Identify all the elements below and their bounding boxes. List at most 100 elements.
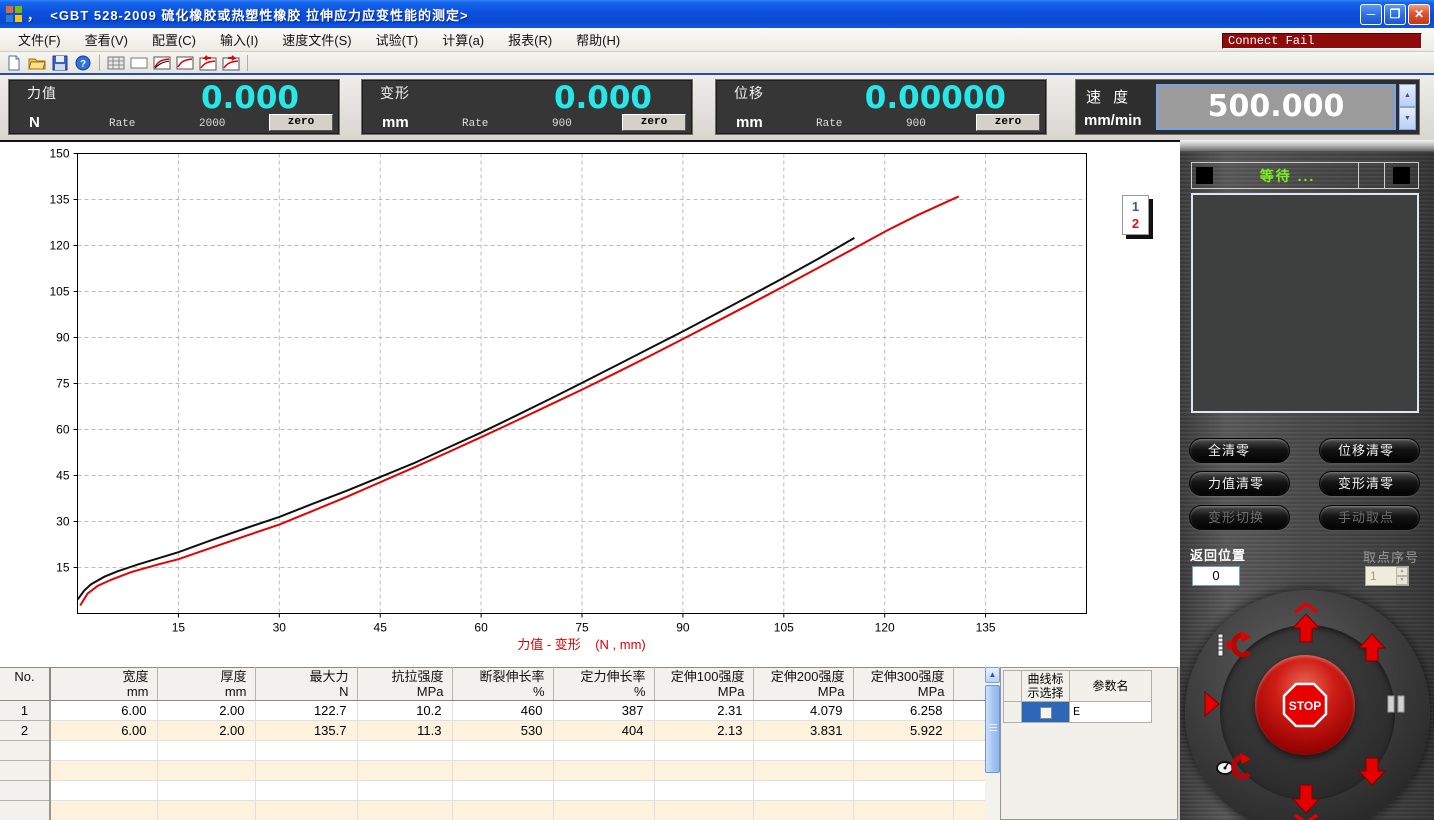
- restore-button[interactable]: ❐: [1384, 4, 1406, 25]
- force-rate-label: Rate: [109, 118, 135, 130]
- save-file-icon[interactable]: [50, 54, 70, 72]
- deform-zero-button[interactable]: zero: [622, 114, 686, 131]
- table-row[interactable]: 26.002.00135.711.35304042.133.8315.922: [0, 721, 985, 741]
- value-cell: [654, 761, 753, 781]
- speed-spin-up-icon[interactable]: ▲: [1399, 84, 1416, 107]
- displacement-zero-button[interactable]: zero: [976, 114, 1040, 131]
- speed-input[interactable]: 500.000: [1156, 84, 1396, 130]
- pause-indicator[interactable]: [1386, 695, 1408, 713]
- curve-export-icon[interactable]: [221, 54, 241, 72]
- param-name-header: 参数名: [1070, 671, 1152, 702]
- value-cell: [255, 801, 357, 820]
- svg-text:135: 135: [976, 621, 996, 635]
- clear-force-button[interactable]: 力值清零: [1189, 471, 1290, 496]
- value-cell: [753, 761, 853, 781]
- deform-meter-value: 0.000: [554, 80, 652, 116]
- jog-run-button[interactable]: [1204, 691, 1220, 717]
- value-cell: [357, 781, 452, 801]
- speed-spin-down-icon[interactable]: ▼: [1399, 107, 1416, 130]
- column-header-8: 定伸200强度MPa: [753, 668, 853, 701]
- stop-button[interactable]: STOP: [1255, 655, 1355, 755]
- curve-row-selector[interactable]: [1004, 702, 1022, 723]
- deform-jog-icon[interactable]: [1216, 631, 1252, 661]
- scrollbar-thumb[interactable]: [985, 685, 1000, 773]
- menu-item-4[interactable]: 速度文件(S): [270, 30, 363, 51]
- value-cell: [50, 761, 157, 781]
- value-cell: 2.31: [654, 701, 753, 721]
- menu-item-0[interactable]: 文件(F): [6, 30, 73, 51]
- blank-report-icon[interactable]: [129, 54, 149, 72]
- svg-text:30: 30: [56, 515, 70, 529]
- menu-item-5[interactable]: 试验(T): [364, 30, 431, 51]
- clear-deform-button[interactable]: 变形清零: [1319, 471, 1420, 496]
- speed-panel: 速 度 mm/min 500.000 ▲ ▼: [1075, 79, 1420, 135]
- open-file-icon[interactable]: [27, 54, 47, 72]
- row-number-cell: [0, 781, 50, 801]
- menu-item-7[interactable]: 报表(R): [496, 30, 564, 51]
- table-row[interactable]: [0, 781, 985, 801]
- data-table-icon[interactable]: [106, 54, 126, 72]
- menu-item-6[interactable]: 计算(a): [430, 30, 496, 51]
- row-number-cell: [0, 741, 50, 761]
- clear-all-button[interactable]: 全清零: [1189, 438, 1290, 463]
- svg-text:?: ?: [80, 59, 86, 70]
- new-file-icon[interactable]: [4, 54, 24, 72]
- deform-rate-label: Rate: [462, 118, 488, 130]
- force-zero-button[interactable]: zero: [269, 114, 333, 131]
- help-icon[interactable]: ?: [73, 54, 93, 72]
- toolbar: ?: [0, 52, 1434, 75]
- deform-switch-button[interactable]: 变形切换: [1189, 505, 1290, 530]
- scroll-up-icon[interactable]: ▲: [985, 667, 1000, 683]
- table-row[interactable]: [0, 761, 985, 781]
- title-bar: ， <GBT 528-2009 硫化橡胶或热塑性橡胶 拉伸应力应变性能的测定> …: [0, 0, 1434, 28]
- up-button[interactable]: [1358, 633, 1386, 663]
- value-cell: [853, 761, 953, 781]
- curve-show-cell[interactable]: [1022, 702, 1070, 723]
- curve-light-icon[interactable]: [175, 54, 195, 72]
- value-cell: [654, 801, 753, 820]
- curve-show-checkbox[interactable]: [1040, 707, 1052, 719]
- curve-select-header: 曲线标示选择: [1022, 671, 1070, 702]
- menu-item-8[interactable]: 帮助(H): [564, 30, 632, 51]
- param-name-cell[interactable]: E: [1070, 702, 1152, 723]
- table-row[interactable]: [0, 741, 985, 761]
- menu-item-3[interactable]: 输入(I): [208, 30, 270, 51]
- results-table: No.宽度mm厚度mm最大力N抗拉强度MPa断裂伸长率%定力伸长率%定伸100强…: [0, 667, 986, 820]
- point-spin-up-icon[interactable]: ▲: [1396, 567, 1408, 576]
- svg-text:120: 120: [875, 621, 895, 635]
- down-button[interactable]: [1358, 756, 1386, 786]
- speed-spinner[interactable]: ▲ ▼: [1399, 84, 1416, 130]
- legend-item-1: 1: [1123, 198, 1148, 215]
- svg-text:30: 30: [273, 621, 287, 635]
- deform-meter-label: 变形: [380, 83, 410, 103]
- machine-control-panel: 等待 ... 全清零 位移清零 力值清零 变形清零 变形切换 手动取点 返回位置…: [1180, 140, 1434, 820]
- table-row[interactable]: 16.002.00122.710.24603872.314.0796.258: [0, 701, 985, 721]
- column-header-9: 定伸300强度MPa: [853, 668, 953, 701]
- curve-select-table: 曲线标示选择参数名E: [1003, 670, 1152, 723]
- speed-jog-icon[interactable]: [1216, 753, 1252, 783]
- curve-dark-icon[interactable]: [152, 54, 172, 72]
- value-cell: [853, 781, 953, 801]
- table-row[interactable]: [0, 801, 985, 820]
- point-index-spinner[interactable]: ▲▼: [1396, 567, 1408, 585]
- clear-displacement-button[interactable]: 位移清零: [1319, 438, 1420, 463]
- menu-item-1[interactable]: 查看(V): [73, 30, 140, 51]
- svg-text:105: 105: [49, 285, 69, 299]
- menu-item-2[interactable]: 配置(C): [140, 30, 208, 51]
- curve-import-icon[interactable]: [198, 54, 218, 72]
- curve-select-panel: 曲线标示选择参数名E: [1000, 667, 1178, 820]
- close-button[interactable]: ✕: [1408, 4, 1430, 25]
- return-position-input[interactable]: 0: [1192, 566, 1240, 586]
- manual-point-button[interactable]: 手动取点: [1319, 505, 1420, 530]
- value-cell: 122.7: [255, 701, 357, 721]
- svg-text:75: 75: [56, 377, 70, 391]
- value-cell: [553, 781, 654, 801]
- deform-meter: 变形 0.000 mm Rate 900 zero: [361, 79, 693, 135]
- value-cell: [654, 741, 753, 761]
- results-scrollbar[interactable]: ▲: [985, 667, 1000, 820]
- fast-down-button[interactable]: [1290, 783, 1322, 820]
- value-cell: [157, 781, 255, 801]
- point-spin-down-icon[interactable]: ▼: [1396, 576, 1408, 585]
- fast-up-button[interactable]: [1290, 602, 1322, 644]
- minimize-button[interactable]: ─: [1360, 4, 1382, 25]
